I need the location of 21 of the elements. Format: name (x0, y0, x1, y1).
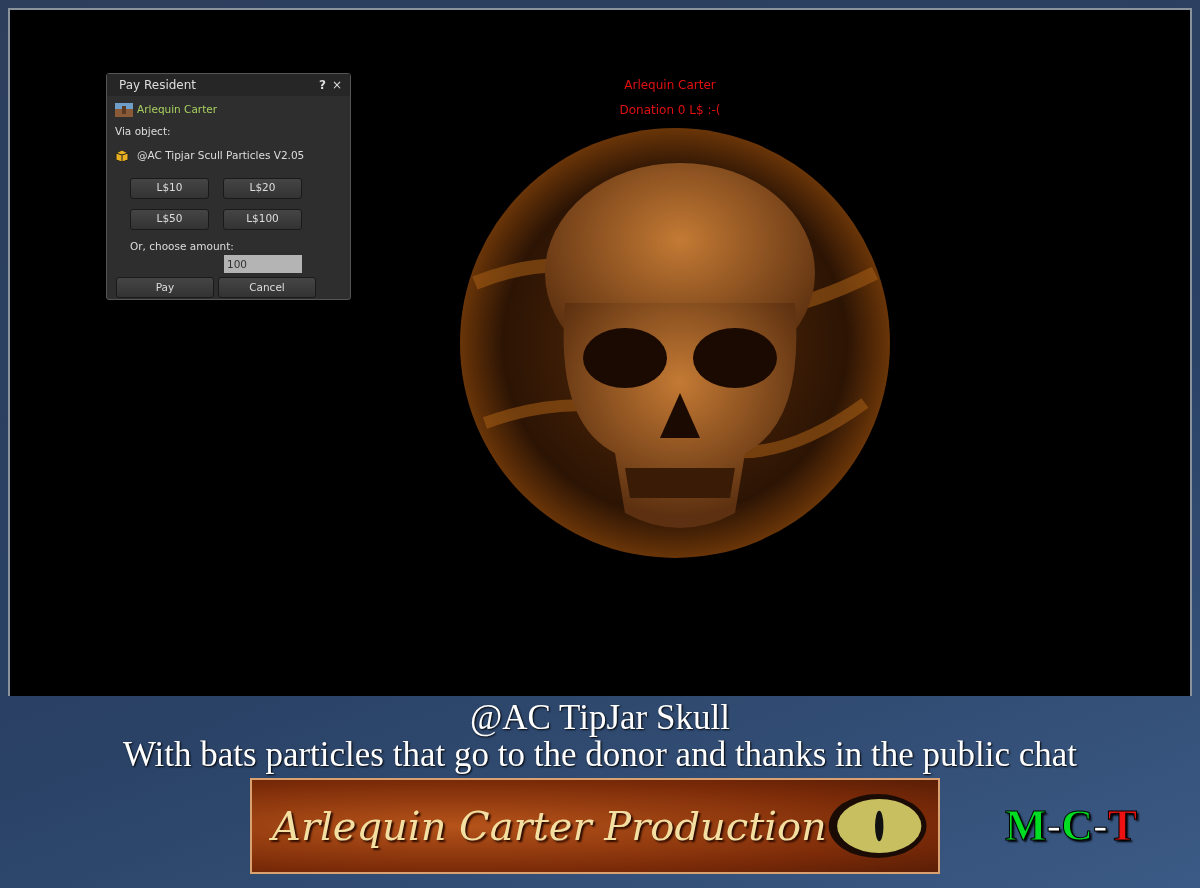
amount-button[interactable]: L$20 (223, 177, 302, 199)
via-object-label: Via object: (115, 124, 172, 139)
floating-text: Arlequin Carter (623, 77, 717, 94)
amount-button[interactable]: L$50 (130, 208, 209, 230)
pay-button[interactable]: Pay (116, 277, 214, 299)
object-cube-icon (115, 148, 129, 163)
caption-subtitle: With bats particles that go to the donor and thanks in the public chat (121, 737, 1079, 772)
avatar-icon (115, 103, 133, 117)
amount-button[interactable]: L$10 (130, 177, 209, 199)
cancel-button[interactable]: Cancel (218, 277, 316, 299)
floating-text: Donation 0 L$ :-( (618, 102, 722, 119)
payee-name[interactable]: Arlequin Carter (137, 102, 218, 118)
help-button[interactable]: ? (318, 76, 326, 94)
dialog-title: Pay Resident (119, 77, 198, 94)
amount-field[interactable]: 100 (224, 255, 302, 274)
caption-title: @AC TipJar Skull (469, 700, 731, 735)
mct-logo: M-C-T (1005, 800, 1137, 852)
choose-amount-label: Or, choose amount: (130, 238, 235, 254)
close-button[interactable]: × (331, 76, 342, 94)
object-name: @AC Tipjar Scull Particles V2.05 (137, 147, 305, 163)
amount-button[interactable]: L$100 (223, 208, 302, 230)
